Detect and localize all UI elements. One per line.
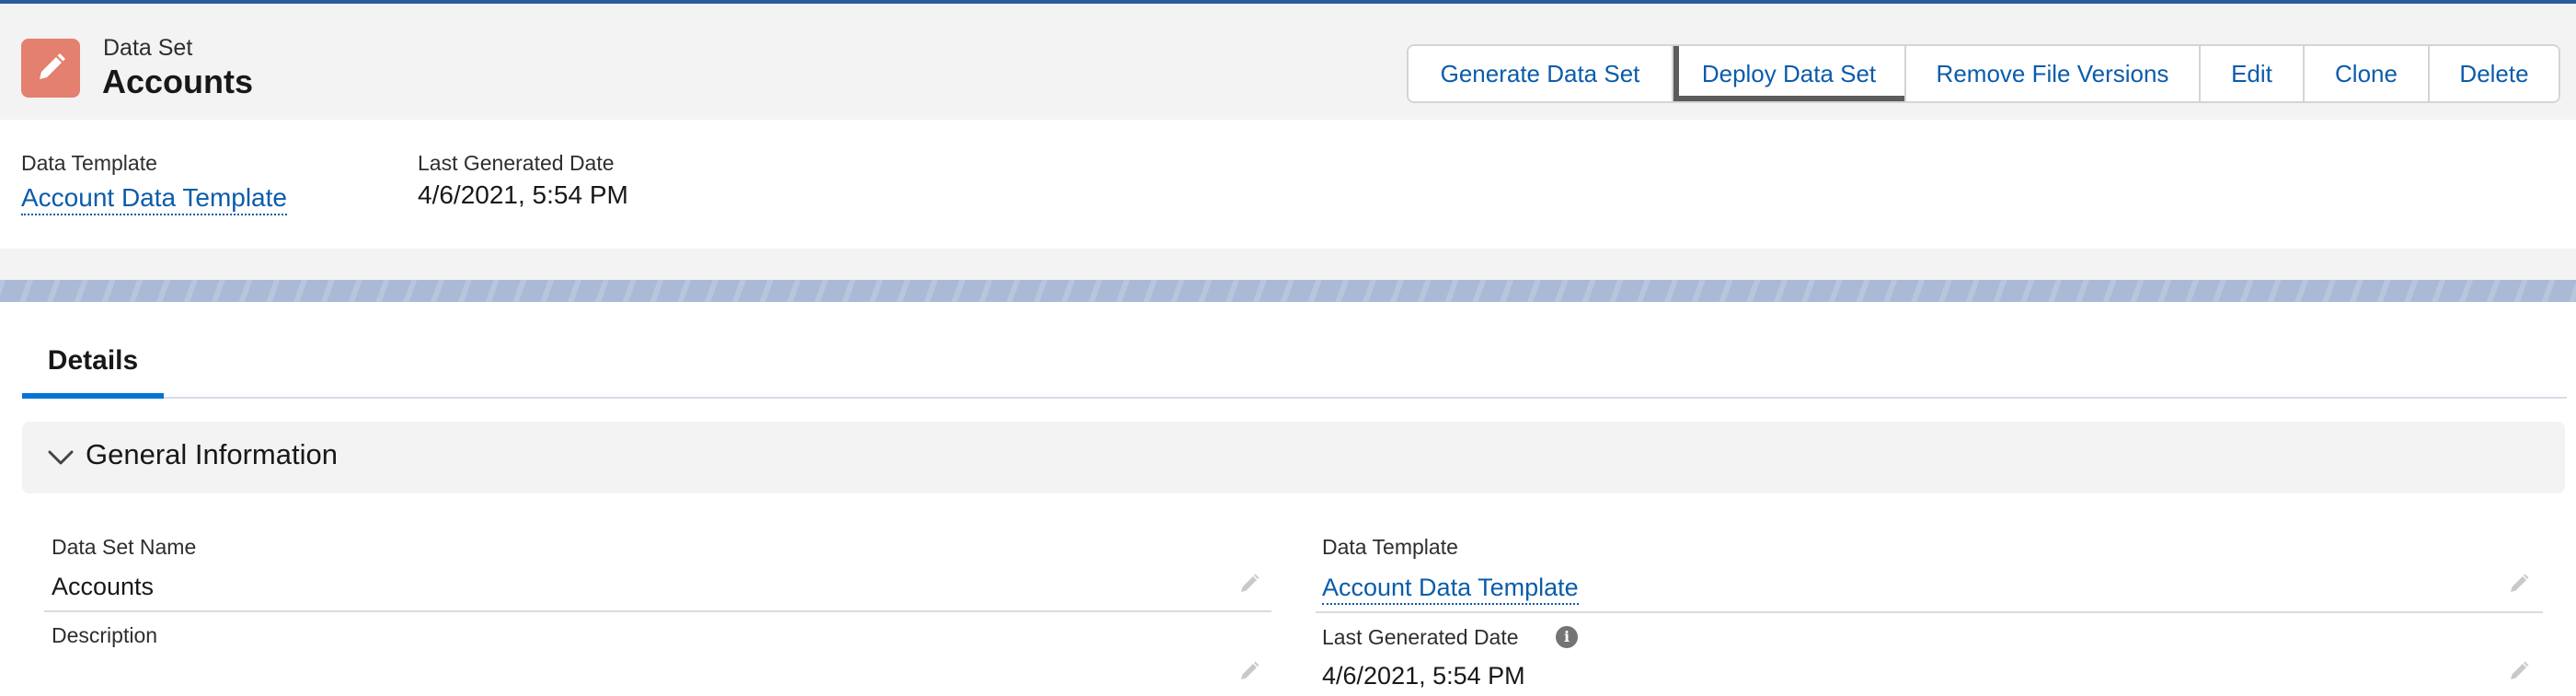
edit-pencil-icon[interactable] bbox=[1238, 573, 1260, 595]
field-template-link[interactable]: Account Data Template bbox=[1322, 573, 1579, 605]
header-separator bbox=[0, 249, 2576, 280]
record-header: Data Set Accounts Generate Data Set Depl… bbox=[0, 4, 2576, 120]
deploy-data-set-button[interactable]: Deploy Data Set bbox=[1672, 46, 1904, 101]
highlight-generated-label: Last Generated Date bbox=[418, 151, 615, 175]
generate-data-set-button[interactable]: Generate Data Set bbox=[1409, 46, 1672, 101]
section-general-information[interactable]: General Information bbox=[22, 422, 2565, 493]
field-divider bbox=[1316, 611, 2543, 613]
edit-pencil-icon[interactable] bbox=[1238, 660, 1260, 682]
highlights-panel: Data Template Account Data Template Last… bbox=[0, 120, 2576, 249]
section-title: General Information bbox=[86, 438, 338, 470]
highlight-template-label: Data Template bbox=[21, 151, 157, 175]
chevron-down-icon bbox=[48, 450, 74, 465]
decorative-banner bbox=[0, 280, 2576, 302]
object-type-label: Data Set bbox=[103, 35, 193, 61]
highlight-template-link[interactable]: Account Data Template bbox=[21, 182, 287, 215]
field-name-label: Data Set Name bbox=[52, 535, 197, 559]
delete-button[interactable]: Delete bbox=[2428, 46, 2559, 101]
field-description-label: Description bbox=[52, 623, 158, 647]
edit-pencil-icon[interactable] bbox=[2508, 660, 2530, 682]
tab-details[interactable]: Details bbox=[22, 324, 164, 398]
info-icon[interactable]: i bbox=[1556, 626, 1578, 648]
tab-bar-rule bbox=[22, 397, 2567, 399]
edit-pencil-icon[interactable] bbox=[2508, 573, 2530, 595]
data-set-object-icon bbox=[21, 39, 80, 98]
record-title: Accounts bbox=[102, 63, 254, 100]
edit-button[interactable]: Edit bbox=[2199, 46, 2303, 101]
field-divider bbox=[44, 610, 1271, 612]
pencil-icon bbox=[40, 53, 65, 79]
clone-button[interactable]: Clone bbox=[2303, 46, 2428, 101]
highlight-generated-value: 4/6/2021, 5:54 PM bbox=[418, 180, 628, 209]
action-button-group: Generate Data Set Deploy Data Set Remove… bbox=[1407, 44, 2560, 103]
field-generated-label: Last Generated Date bbox=[1322, 625, 1519, 649]
field-generated-value: 4/6/2021, 5:54 PM bbox=[1322, 662, 1525, 690]
remove-file-versions-button[interactable]: Remove File Versions bbox=[1904, 46, 2199, 101]
field-name-value: Accounts bbox=[52, 573, 155, 600]
tab-active-indicator bbox=[22, 393, 164, 399]
field-template-label: Data Template bbox=[1322, 535, 1458, 559]
